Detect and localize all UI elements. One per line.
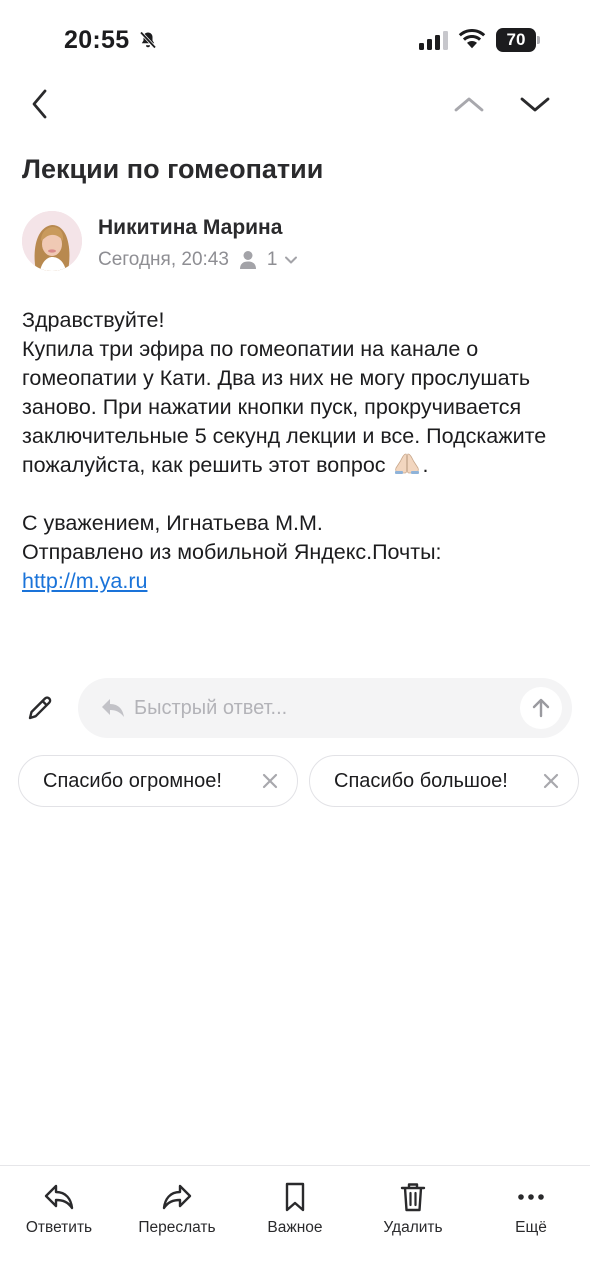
compose-full-reply-button[interactable] — [22, 690, 58, 726]
body-signature: С уважением, Игнатьева М.М. — [22, 511, 323, 535]
more-dots-icon — [518, 1194, 544, 1200]
more-button[interactable]: Ещё — [476, 1180, 586, 1240]
sender-name[interactable]: Никитина Марина — [98, 216, 282, 240]
body-greeting: Здравствуйте! — [22, 308, 165, 332]
message-body: Здравствуйте! Купила три эфира по гомеоп… — [22, 306, 577, 596]
delete-button[interactable]: Удалить — [358, 1180, 468, 1240]
chevron-left-icon — [32, 89, 47, 119]
reply-arrow-icon — [102, 699, 124, 717]
chevron-up-icon — [454, 97, 484, 112]
body-sent-from: Отправлено из мобильной Яндекс.Почты: — [22, 540, 442, 564]
suggested-reply-chip[interactable]: Спасибо огромное! — [18, 755, 298, 807]
forward-button[interactable]: Переслать — [122, 1180, 232, 1240]
chevron-down-icon — [520, 97, 550, 112]
mail-message-screen: 20:55 70 Лекции по гомеопатии Никитина М… — [0, 0, 590, 1280]
battery-cap — [537, 36, 540, 44]
mail-app-link[interactable]: http://m.ya.ru — [22, 569, 147, 593]
recipient-count: 1 — [266, 249, 278, 270]
quick-reply-input[interactable] — [134, 690, 514, 726]
cellular-signal-icon — [419, 31, 448, 50]
status-time: 20:55 — [64, 26, 130, 54]
folded-hands-emoji — [394, 453, 419, 474]
arrow-up-icon — [532, 698, 550, 718]
more-label: Ещё — [515, 1219, 547, 1236]
avatar-photo — [22, 211, 82, 271]
next-message-button[interactable] — [514, 84, 556, 124]
emoji-suffix: . — [422, 453, 429, 477]
bottom-toolbar: Ответить Переслать Важное Удалить Ещё — [0, 1165, 590, 1280]
suggested-reply-label: Спасибо огромное! — [43, 769, 222, 792]
reply-label: Ответить — [25, 1219, 93, 1236]
body-paragraph: Купила три эфира по гомеопатии на канале… — [22, 335, 577, 480]
important-button[interactable]: Важное — [240, 1180, 350, 1240]
important-label: Важное — [267, 1219, 323, 1236]
close-icon[interactable] — [261, 772, 279, 790]
message-meta: Сегодня, 20:43 1 — [98, 248, 298, 272]
status-bar: 20:55 70 — [0, 0, 590, 80]
delete-label: Удалить — [383, 1219, 443, 1236]
trash-icon — [400, 1183, 426, 1212]
person-icon — [239, 251, 256, 269]
send-quick-reply-button[interactable] — [520, 687, 562, 729]
message-time: Сегодня, 20:43 — [98, 249, 229, 270]
battery-icon: 70 — [496, 28, 540, 52]
reply-button[interactable]: Ответить — [4, 1180, 114, 1240]
message-subject: Лекции по гомеопатии — [22, 154, 324, 184]
previous-message-button[interactable] — [448, 84, 490, 124]
battery-level: 70 — [496, 28, 536, 52]
body-text: Купила три эфира по гомеопатии на канале… — [22, 337, 547, 477]
chevron-down-small-icon — [284, 256, 297, 264]
reply-icon — [44, 1184, 74, 1210]
forward-label: Переслать — [138, 1219, 216, 1236]
forward-icon — [162, 1184, 192, 1210]
bookmark-icon — [285, 1182, 305, 1212]
recipients-toggle[interactable]: 1 — [239, 249, 298, 271]
pencil-icon — [28, 696, 52, 720]
wifi-icon — [458, 29, 486, 49]
quick-reply-box — [78, 678, 572, 738]
bell-slash-icon — [139, 31, 157, 49]
suggested-reply-label: Спасибо большое! — [334, 769, 508, 792]
back-button[interactable] — [20, 84, 60, 124]
sender-avatar[interactable] — [22, 211, 82, 271]
close-icon[interactable] — [542, 772, 560, 790]
suggested-reply-chip[interactable]: Спасибо большое! — [309, 755, 579, 807]
